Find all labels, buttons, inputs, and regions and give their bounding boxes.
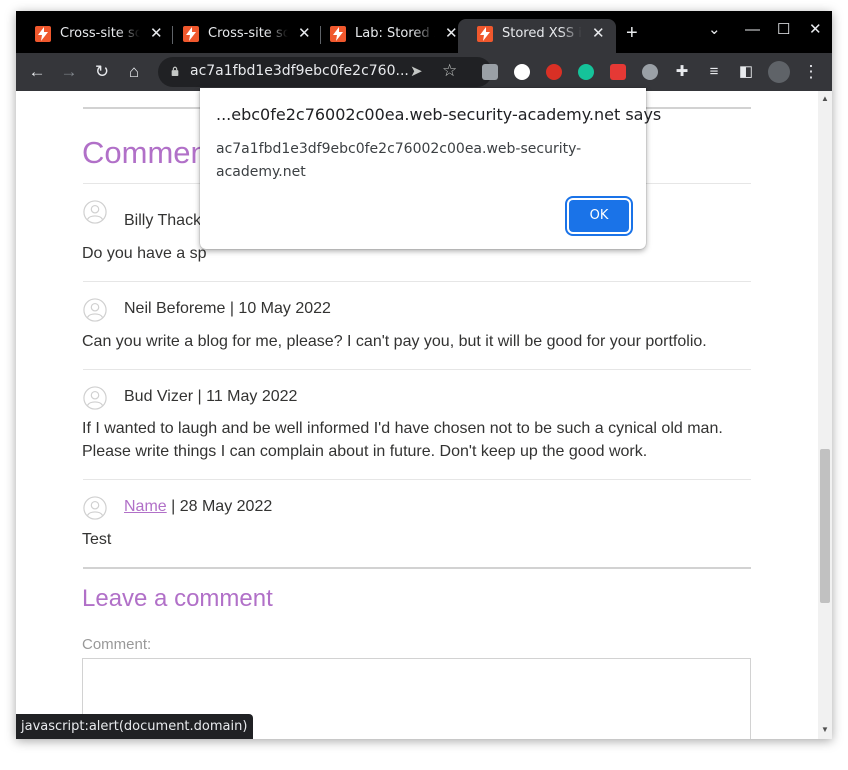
tab-1[interactable]: Cross-site scripting ✕ [16, 20, 164, 50]
ok-button[interactable]: OK [569, 200, 629, 232]
close-tab-icon[interactable]: ✕ [592, 23, 605, 43]
tab-4-active[interactable]: Stored XSS into ✕ [458, 19, 616, 53]
url-text: ac7a1fbd1e3df9ebc0fe2c760... [190, 63, 409, 79]
comment-author-link[interactable]: Name [124, 498, 167, 515]
divider [83, 281, 751, 282]
lock-icon [171, 66, 179, 76]
divider [83, 369, 751, 370]
forward-arrow-icon[interactable]: → [58, 61, 80, 83]
ublock-icon[interactable] [546, 64, 562, 80]
tab-search-chevron-icon[interactable]: ⌄ [708, 21, 721, 39]
comment-text: Can you write a blog for me, please? I c… [82, 333, 707, 350]
side-panel-icon[interactable]: ◧ [735, 61, 757, 83]
back-arrow-icon[interactable]: ← [26, 61, 48, 83]
lightning-icon [35, 26, 51, 42]
tab-title: Cross-site scripting [208, 26, 288, 41]
dialog-message: ac7a1fbd1e3df9ebc0fe2c76002c00ea.web-sec… [216, 141, 582, 180]
maximize-icon[interactable]: ☐ [777, 21, 790, 39]
lightning-icon [477, 26, 493, 42]
comment-field-label: Comment: [82, 636, 152, 653]
dialog-title: ...ebc0fe2c76002c00ea.web-security-acade… [216, 105, 662, 124]
divider [83, 479, 751, 480]
avatar-icon [83, 386, 107, 410]
leave-comment-heading: Leave a comment [82, 585, 273, 612]
scroll-down-arrow-icon[interactable]: ▼ [821, 725, 829, 734]
new-tab-plus-icon[interactable]: + [626, 23, 638, 43]
video-extension-icon[interactable] [610, 64, 626, 80]
tab-strip: Cross-site scripting ✕ Cross-site script… [16, 11, 832, 53]
browser-toolbar: ← → ↻ ⌂ ac7a1fbd1e3df9ebc0fe2c760... ➤ ☆… [16, 53, 832, 91]
tab-title: Lab: Stored XSS [355, 26, 435, 41]
divider [83, 567, 751, 569]
avatar-icon [83, 200, 107, 224]
comment-text: If I wanted to laugh and be well informe… [82, 420, 723, 460]
comment-meta: Name | 28 May 2022 [124, 498, 272, 516]
tab-title: Cross-site scripting [60, 26, 140, 41]
close-tab-icon[interactable]: ✕ [445, 23, 458, 43]
tab-3[interactable]: Lab: Stored XSS ✕ [311, 20, 459, 50]
tab-2[interactable]: Cross-site scripting ✕ [164, 20, 312, 50]
avatar-icon [83, 298, 107, 322]
grammarly-icon[interactable] [578, 64, 594, 80]
alert-dialog: ...ebc0fe2c76002c00ea.web-security-acade… [200, 88, 661, 249]
avatar-icon [83, 496, 107, 520]
comment-author: Billy Thack [124, 212, 202, 229]
scrollbar-thumb[interactable] [820, 449, 830, 603]
menu-kebab-icon[interactable]: ⋮ [800, 61, 822, 83]
mask-extension-icon[interactable] [514, 64, 530, 80]
comment-text: Test [82, 531, 112, 548]
puzzle-extensions-icon[interactable]: ✚ [671, 61, 693, 83]
minimize-icon[interactable]: — [745, 21, 760, 39]
send-icon[interactable]: ➤ [410, 62, 423, 80]
close-window-icon[interactable]: ✕ [809, 21, 822, 39]
comment-meta: Neil Beforeme | 10 May 2022 [124, 300, 331, 317]
lightning-icon [330, 26, 346, 42]
address-bar[interactable]: ac7a1fbd1e3df9ebc0fe2c760... ➤ ☆ [158, 57, 492, 87]
close-tab-icon[interactable]: ✕ [150, 23, 163, 43]
page-scrollbar[interactable]: ▲ ▼ [818, 91, 832, 739]
scroll-up-arrow-icon[interactable]: ▲ [821, 94, 829, 103]
close-tab-icon[interactable]: ✕ [298, 23, 311, 43]
tab-title: Stored XSS into [502, 26, 582, 41]
shield-extension-icon[interactable] [482, 64, 498, 80]
status-bar-link-preview: javascript:alert(document.domain) [16, 714, 254, 739]
circle-extension-icon[interactable] [642, 64, 658, 80]
lightning-icon [183, 26, 199, 42]
home-icon[interactable]: ⌂ [123, 61, 145, 83]
profile-avatar[interactable] [768, 61, 790, 83]
media-playlist-icon[interactable]: ≡ [703, 61, 725, 83]
comment-date: | 28 May 2022 [166, 498, 273, 515]
reload-icon[interactable]: ↻ [91, 61, 113, 83]
bookmark-star-icon[interactable]: ☆ [442, 61, 457, 81]
comment-meta: Bud Vizer | 11 May 2022 [124, 388, 298, 405]
